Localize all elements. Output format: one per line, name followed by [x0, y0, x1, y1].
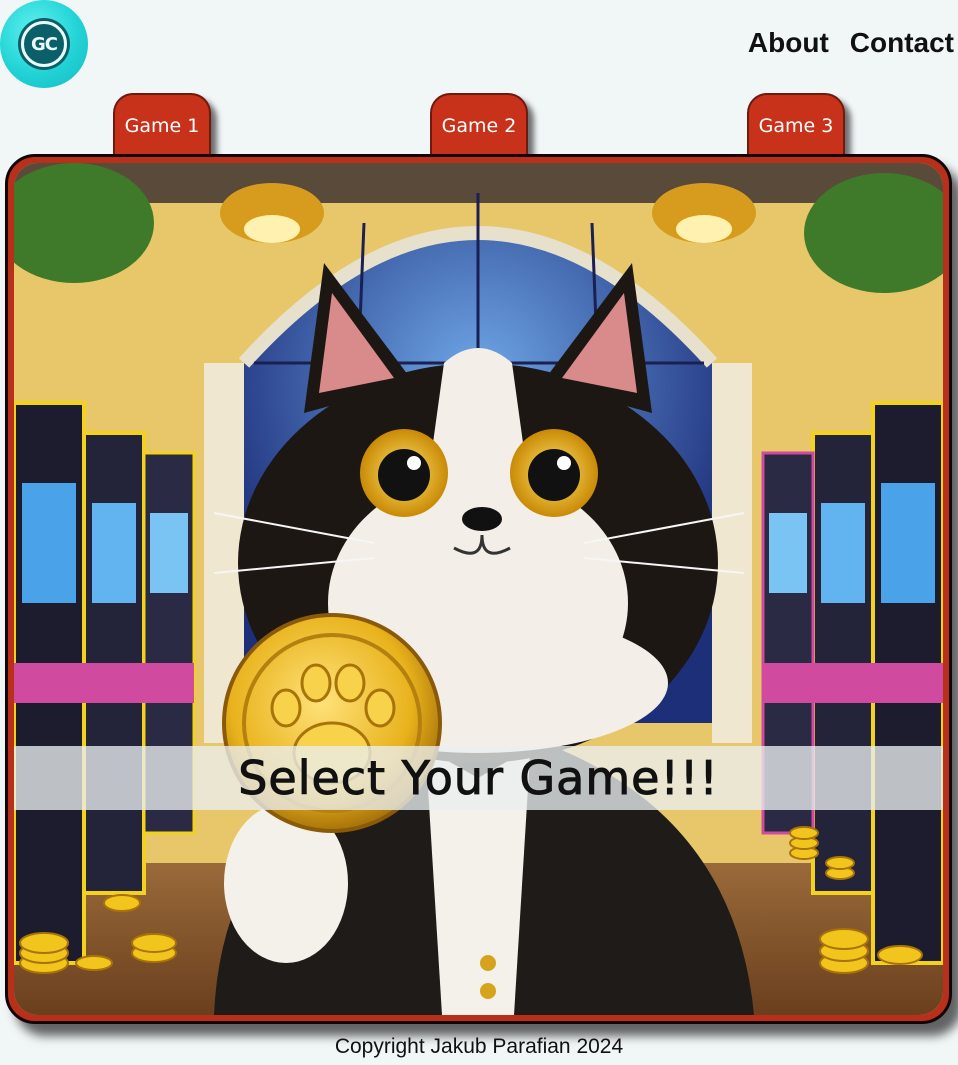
tab-game-1[interactable]: Game 1 [113, 93, 211, 157]
select-game-banner: Select Your Game!!! [14, 746, 943, 810]
tab-game-3[interactable]: Game 3 [747, 93, 845, 157]
nav-link-contact[interactable]: Contact [850, 27, 954, 59]
tab-game-2[interactable]: Game 2 [430, 93, 528, 157]
hero-image: Select Your Game!!! [14, 163, 943, 1015]
banner-heading: Select Your Game!!! [238, 751, 719, 806]
top-nav: About Contact [748, 27, 954, 59]
nav-link-about[interactable]: About [748, 27, 829, 59]
page: GC About Contact Game 1 Game 2 Game 3 Se… [0, 0, 958, 1065]
footer-copyright: Copyright Jakub Parafian 2024 [334, 1035, 624, 1058]
logo-mark: GC [21, 21, 67, 67]
arcade-cat-illustration [14, 163, 943, 1015]
logo[interactable]: GC [0, 0, 88, 88]
game-frame: Select Your Game!!! [5, 154, 952, 1024]
